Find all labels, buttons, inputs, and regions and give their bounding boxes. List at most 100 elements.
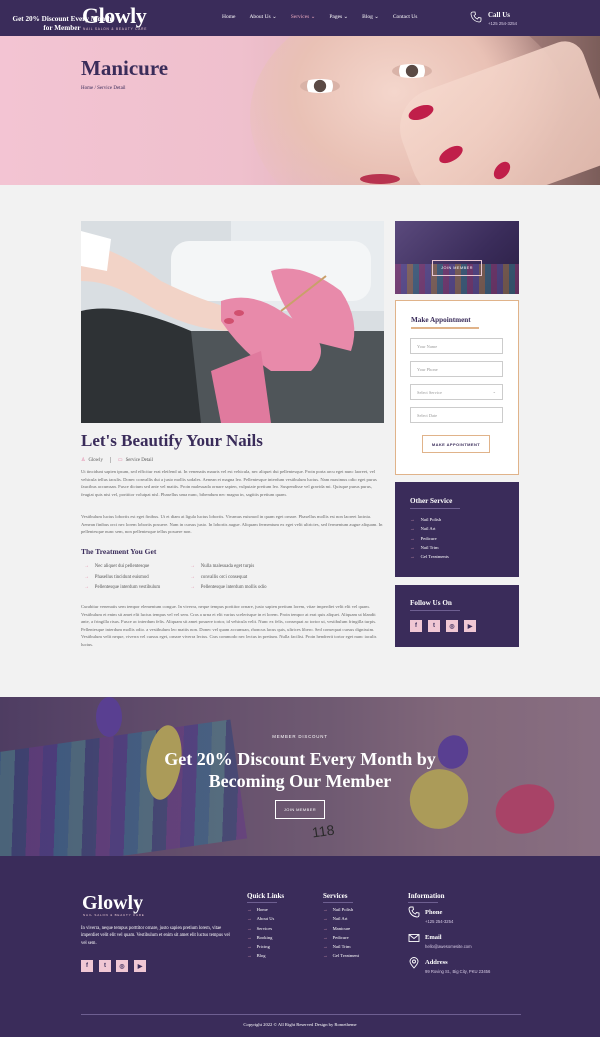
youtube-icon[interactable]: ▶ [134, 960, 146, 972]
facebook-icon[interactable]: f [410, 620, 422, 632]
phone-icon [470, 11, 482, 23]
arrow-icon: → [410, 554, 415, 560]
footer-link[interactable]: → Pricing [247, 944, 274, 953]
banner-lips [360, 174, 400, 184]
arrow-icon: → [247, 916, 252, 922]
post-author[interactable]: Glowly [88, 458, 102, 463]
services-title: Services [323, 892, 348, 900]
footer-link[interactable]: → Pedicure [323, 935, 359, 944]
instagram-icon[interactable]: ◎ [446, 620, 458, 632]
banner-eye-right [392, 64, 432, 78]
service-link[interactable]: → Nail Polish [410, 517, 449, 526]
nav-about[interactable]: About Us ⌄ [249, 14, 276, 20]
join-member-button[interactable]: JOIN MEMBER [432, 260, 482, 276]
arrow-icon: → [247, 907, 252, 912]
nav-pages[interactable]: Pages ⌄ [329, 14, 348, 20]
name-field[interactable]: Your Name [410, 338, 503, 354]
arrow-icon: → [410, 517, 415, 522]
title-underline [410, 610, 460, 611]
twitter-icon[interactable]: t [428, 620, 440, 632]
post-category[interactable]: Service Detail [126, 458, 153, 463]
arrow-icon: → [247, 953, 252, 959]
nav-contact[interactable]: Contact Us [393, 14, 418, 20]
arrow-icon: → [323, 916, 328, 922]
phone-field[interactable]: Your Phone [410, 361, 503, 377]
footer-link[interactable]: → Nail Trim [323, 944, 359, 953]
phone-value[interactable]: +125 254-3254 [425, 919, 453, 924]
arrow-icon: → [323, 925, 328, 931]
service-link[interactable]: → Nail Trim [410, 545, 449, 554]
manicure-illustration [81, 221, 384, 423]
address-title: Address [425, 959, 448, 966]
arrow-icon: → [190, 585, 195, 590]
quick-links-title: Quick Links [247, 892, 285, 900]
service-link[interactable]: → Pedicure [410, 536, 449, 545]
folder-icon: ▭ [117, 458, 123, 463]
location-icon [409, 957, 419, 969]
quick-links-list: → Home → About Us → Services → Booking → Pric… [247, 907, 274, 963]
user-icon: ♙ [81, 458, 86, 463]
footer-link[interactable]: → Nail Polish [323, 907, 359, 916]
join-member-button-2[interactable]: JOIN MEMBER [275, 800, 325, 819]
footer-link[interactable]: → Booking [247, 935, 274, 944]
copyright: Copyright 2022 © All Right Reserved Desi… [243, 1022, 357, 1027]
address-value: 99 Roving St., Big City, PKU 23456 [425, 969, 491, 974]
arrow-icon: → [84, 585, 89, 590]
footer-about: In viverra, neque tempus porttitor ornar… [81, 926, 230, 946]
footer-link[interactable]: → Gel Treatment [323, 953, 359, 962]
page-title: Manicure [81, 56, 169, 80]
breadcrumb[interactable]: Home / Service Detail [81, 86, 126, 91]
twitter-icon[interactable]: t [99, 960, 111, 972]
list-item: → Pellentesque interdum vestibulum [84, 585, 161, 590]
service-link[interactable]: → Nail Art [410, 526, 449, 535]
service-link[interactable]: → Gel Treatments [410, 554, 449, 563]
email-value[interactable]: hello@awesomesite.com [425, 944, 472, 949]
date-field[interactable]: Select Date [410, 407, 503, 423]
arrow-icon: → [84, 574, 89, 580]
banner-eye-left [300, 79, 340, 93]
services-list: → Nail Polish → Nail Art → Manicure → Pedicu… [323, 907, 359, 963]
footer-link[interactable]: → Blog [247, 953, 274, 962]
arrow-icon: → [323, 907, 328, 912]
follow-box [395, 585, 519, 647]
email-title: Email [425, 934, 442, 941]
treatment-list-right: → Nulla malesuada eget turpis → convallis … [190, 564, 266, 596]
discount-label: MEMBER DISCOUNT [272, 734, 328, 739]
list-item: → convallis orci consequat [190, 574, 248, 580]
other-service-title: Other Service [410, 497, 453, 505]
card-number: 118 [310, 821, 336, 841]
footer-link[interactable]: → About Us [247, 916, 274, 925]
arrow-icon: → [410, 526, 415, 532]
list-item: → Nec aliquet dui pellentesque [84, 564, 150, 569]
make-appointment-button[interactable]: MAKE APPOINTMENT [422, 435, 490, 453]
nav-services[interactable]: Services ⌄ [291, 14, 316, 20]
footer-logo[interactable]: Glowly [82, 893, 143, 913]
nav-home[interactable]: Home [222, 14, 235, 20]
arrow-icon: → [247, 944, 252, 950]
footer-link[interactable]: → Services [247, 926, 274, 935]
call-us-title: Call Us [488, 11, 510, 19]
post-title: Let's Beautify Your Nails [81, 431, 263, 450]
arrow-icon: → [190, 574, 195, 580]
service-select-value: Select Service [417, 389, 442, 395]
nav-blog[interactable]: Blog ⌄ [362, 14, 379, 20]
arrow-icon: → [410, 544, 415, 550]
footer-link[interactable]: → Home [247, 907, 274, 916]
facebook-icon[interactable]: f [81, 960, 93, 972]
title-underline [410, 508, 460, 509]
footer-link[interactable]: → Nail Art [323, 916, 359, 925]
phone-title: Phone [425, 909, 443, 916]
follow-title: Follow Us On [410, 599, 452, 607]
other-service-list: → Nail Polish → Nail Art → Pedicure → Nail T… [410, 517, 449, 563]
instagram-icon[interactable]: ◎ [116, 960, 128, 972]
post-paragraph: Vestibulum luctus lobortis est eget fini… [81, 514, 383, 535]
list-item: → Pellentesque interdum mollis odio [190, 585, 267, 590]
youtube-icon[interactable]: ▶ [464, 620, 476, 632]
call-us-number[interactable]: +125 254-3254 [488, 21, 517, 26]
arrow-icon: → [84, 564, 89, 569]
treatment-list-left: → Nec aliquet dui pellentesque → Phasellus… [84, 564, 160, 596]
information-title: Information [408, 892, 445, 900]
title-underline [247, 902, 277, 903]
service-select[interactable]: Select Service ⌄ [410, 384, 503, 400]
footer-link[interactable]: → Manicure [323, 926, 359, 935]
